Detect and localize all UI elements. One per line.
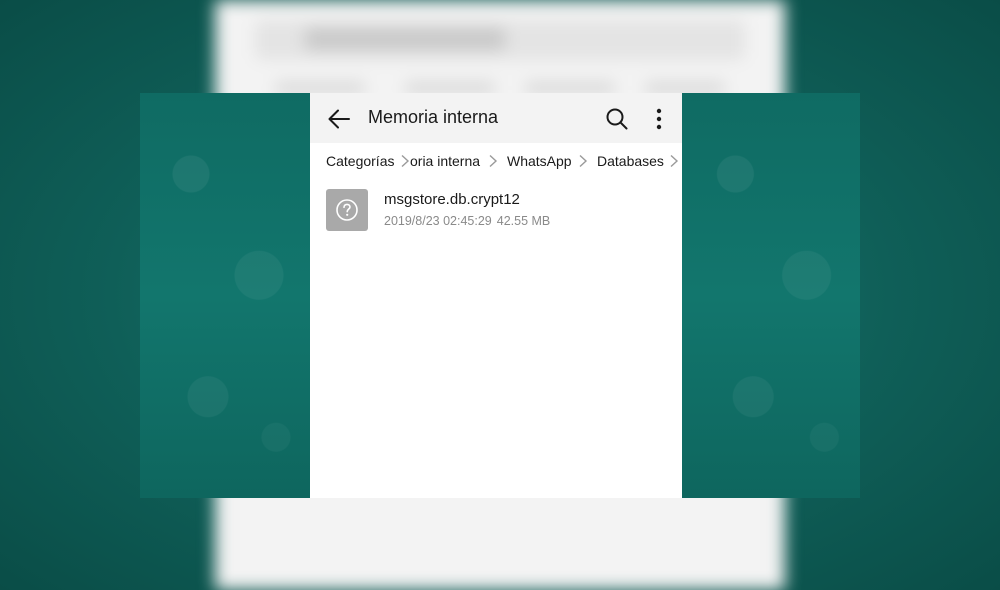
arrow-left-icon — [328, 109, 350, 129]
breadcrumb-item-memoria-interna[interactable]: oria interna — [410, 153, 480, 169]
page-title: Memoria interna — [368, 107, 499, 127]
search-icon — [606, 108, 628, 130]
file-date: 2019/8/23 02:45:29 — [384, 214, 492, 228]
more-vertical-icon — [656, 108, 662, 130]
back-button[interactable] — [326, 106, 352, 132]
background-blurred-title — [305, 28, 505, 50]
breadcrumb-item-whatsapp[interactable]: WhatsApp — [507, 153, 572, 169]
file-list-item[interactable]: msgstore.db.crypt12 2019/8/23 02:45:29 42… — [310, 185, 682, 239]
breadcrumb-item-categorias[interactable]: Categorías — [326, 153, 394, 169]
search-button[interactable] — [604, 106, 630, 132]
more-options-button[interactable] — [648, 106, 670, 132]
chevron-right-icon — [401, 154, 410, 168]
chevron-right-icon — [489, 154, 498, 168]
file-name: msgstore.db.crypt12 — [384, 191, 520, 208]
question-mark-icon — [336, 199, 358, 221]
chevron-right-icon — [579, 154, 588, 168]
whatsapp-wallpaper-left — [140, 93, 310, 498]
breadcrumb-item-databases[interactable]: Databases — [597, 153, 664, 169]
breadcrumb: Categorías oria interna WhatsApp Databas… — [310, 143, 682, 179]
app-bar: Memoria interna — [310, 93, 682, 143]
file-manager-screen: Memoria interna Categorías oria interna … — [310, 93, 682, 498]
file-meta: 2019/8/23 02:45:29 42.55 MB — [384, 214, 550, 228]
chevron-right-icon — [670, 154, 679, 168]
unknown-file-icon — [326, 189, 368, 231]
whatsapp-wallpaper-right — [682, 93, 860, 498]
file-size: 42.55 MB — [496, 214, 551, 228]
